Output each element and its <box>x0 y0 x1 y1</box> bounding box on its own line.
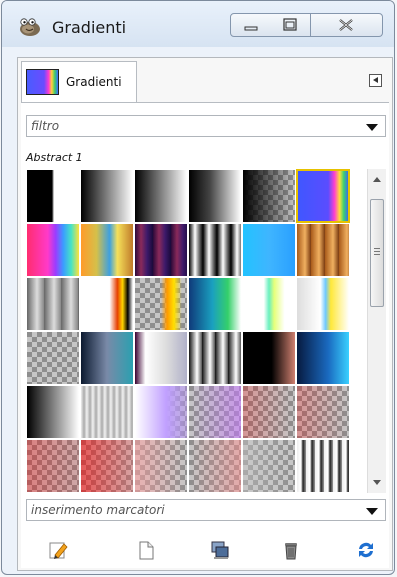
tab-menu-icon[interactable] <box>369 74 382 87</box>
gradient-swatch[interactable] <box>297 440 349 492</box>
gradient-swatch[interactable] <box>189 224 241 276</box>
tag-entry-input[interactable]: inserimento marcatori <box>31 503 165 517</box>
gradient-swatch[interactable] <box>297 332 349 384</box>
gradient-swatch[interactable] <box>189 278 241 330</box>
gradient-swatch[interactable] <box>27 278 79 330</box>
maximize-icon <box>283 18 297 31</box>
gradient-swatch[interactable] <box>243 170 295 222</box>
filter-input[interactable]: filtro <box>31 119 59 133</box>
gradient-swatch[interactable] <box>243 224 295 276</box>
chevron-down-icon[interactable] <box>366 124 378 131</box>
close-button[interactable] <box>311 13 383 37</box>
gradient-swatch[interactable] <box>81 440 133 492</box>
gradient-swatch[interactable] <box>27 386 79 438</box>
refresh-button[interactable] <box>355 539 377 561</box>
gradient-swatch[interactable] <box>135 332 187 384</box>
gradient-swatch[interactable] <box>297 224 349 276</box>
edit-button[interactable] <box>47 539 69 561</box>
gradient-swatch[interactable] <box>135 440 187 492</box>
chevron-down-icon[interactable] <box>366 508 378 515</box>
duplicate-button[interactable] <box>209 539 231 561</box>
gradient-swatch[interactable] <box>135 224 187 276</box>
gradient-swatch[interactable] <box>81 224 133 276</box>
grip-line <box>374 251 380 252</box>
gradient-swatch[interactable] <box>296 169 350 223</box>
scroll-thumb[interactable] <box>370 199 384 307</box>
maximize-button[interactable] <box>271 13 311 37</box>
vertical-scrollbar[interactable] <box>367 169 386 493</box>
close-icon <box>339 19 353 31</box>
grip-line <box>374 248 380 249</box>
active-gradient-name: Abstract 1 <box>26 151 83 164</box>
gradient-swatch[interactable] <box>27 224 79 276</box>
gradient-swatch[interactable] <box>297 278 349 330</box>
scroll-down-icon[interactable] <box>373 480 381 485</box>
tab-gradients[interactable]: Gradienti <box>21 61 137 103</box>
gradient-swatch[interactable] <box>27 170 79 222</box>
gradient-swatch[interactable] <box>189 386 241 438</box>
gradients-window: Gradienti Gradienti filtro Abstract 1 in… <box>1 0 395 575</box>
grip-line <box>374 254 380 255</box>
gradient-swatch[interactable] <box>81 386 133 438</box>
gradient-swatch[interactable] <box>27 440 79 492</box>
filter-combo[interactable]: filtro <box>26 115 386 137</box>
minimize-icon <box>244 26 258 31</box>
minimize-button[interactable] <box>230 13 272 37</box>
gradients-panel: filtro Abstract 1 inserimento marcatori <box>21 102 389 568</box>
gradient-swatch[interactable] <box>81 278 133 330</box>
title-bar[interactable]: Gradienti <box>2 1 394 47</box>
gradient-swatch[interactable] <box>81 170 133 222</box>
gradient-swatch[interactable] <box>297 386 349 438</box>
new-document-button[interactable] <box>135 539 157 561</box>
gradient-swatch[interactable] <box>189 170 241 222</box>
tab-gradient-preview <box>26 69 59 95</box>
gradient-swatch[interactable] <box>243 440 295 492</box>
dockable-panel: Gradienti filtro Abstract 1 inserimento <box>17 57 393 571</box>
window-title: Gradienti <box>52 18 127 37</box>
tag-entry-combo[interactable]: inserimento marcatori <box>26 499 386 521</box>
gradient-swatch[interactable] <box>243 386 295 438</box>
gradient-swatch[interactable] <box>135 170 187 222</box>
gradient-swatch[interactable] <box>243 332 295 384</box>
bottom-toolbar <box>21 533 389 567</box>
delete-button[interactable] <box>280 539 302 561</box>
scroll-up-icon[interactable] <box>373 177 381 182</box>
gradient-swatch[interactable] <box>135 386 187 438</box>
gradient-swatch[interactable] <box>189 332 241 384</box>
gradient-swatch[interactable] <box>243 278 295 330</box>
gradient-grid <box>26 169 362 493</box>
gradient-swatch[interactable] <box>81 332 133 384</box>
gradient-swatch[interactable] <box>27 332 79 384</box>
gimp-icon <box>20 18 40 36</box>
gradient-swatch[interactable] <box>135 278 187 330</box>
tab-label: Gradienti <box>66 75 122 89</box>
gradient-swatch[interactable] <box>189 440 241 492</box>
